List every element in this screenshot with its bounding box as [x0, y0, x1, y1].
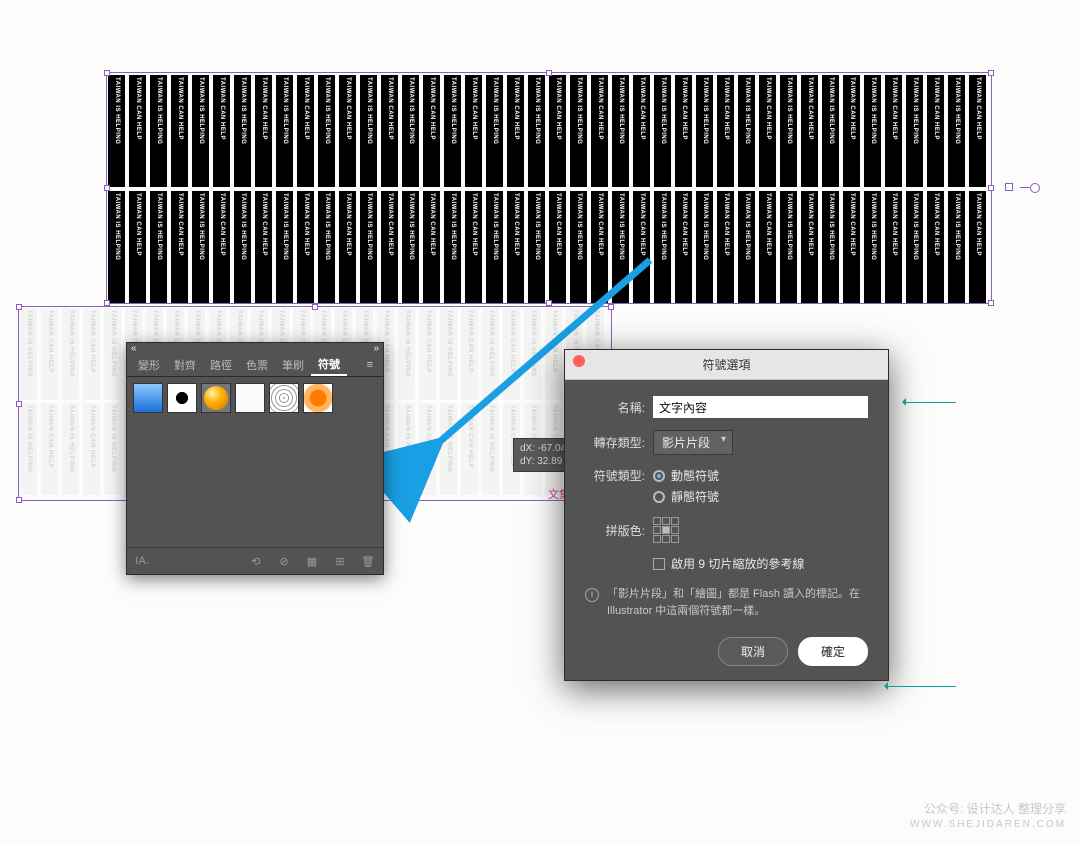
new-symbol-icon[interactable]: ⊞: [333, 554, 347, 568]
close-icon[interactable]: [573, 355, 585, 367]
symbol-options-icon[interactable]: ▦: [305, 554, 319, 568]
symbol-options-dialog[interactable]: 符號選項 名稱: 轉存類型: 影片片段 符號類型: 動態符號: [564, 349, 889, 681]
symbol-library-icon[interactable]: IA.: [135, 554, 149, 568]
ink-swatch[interactable]: [167, 383, 197, 413]
info-text: i 「影片片段」和「繪圖」都是 Flash 讀入的標記。在 Illustrato…: [585, 586, 868, 619]
tab-pathfinder[interactable]: 路徑: [203, 353, 239, 376]
panel-footer: IA. ⟲ ⊘ ▦ ⊞ 🗑: [127, 547, 383, 574]
registration-grid[interactable]: [653, 517, 679, 543]
watermark-line2: WWW.SHEJIDAREN.COM: [910, 818, 1066, 832]
watermark: 公众号: 设计达人 整理分享 WWW.SHEJIDAREN.COM: [910, 801, 1066, 832]
radio-dot-on-icon: [653, 470, 665, 482]
place-symbol-icon[interactable]: ⟲: [249, 554, 263, 568]
white-swatch[interactable]: [235, 383, 265, 413]
mesh-swatch[interactable]: [269, 383, 299, 413]
delete-symbol-icon[interactable]: 🗑: [361, 554, 375, 568]
radio-dot-off-icon: [653, 491, 665, 503]
tab-brushes[interactable]: 筆刷: [275, 353, 311, 376]
panel-flyout-menu-icon[interactable]: ≡: [361, 359, 379, 371]
cancel-button[interactable]: 取消: [718, 637, 788, 666]
slice-guides-checkbox[interactable]: 啟用 9 切片縮放的參考線: [653, 555, 868, 572]
panel-collapse-icon[interactable]: «: [131, 343, 137, 353]
panel-close-icon[interactable]: »: [373, 343, 379, 353]
tab-symbols[interactable]: 符號: [311, 353, 347, 376]
rotate-origin-handle[interactable]: [1005, 183, 1013, 191]
export-type-label: 轉存類型:: [585, 434, 645, 451]
panel-tab-strip: 變形 對齊 路徑 色票 筆刷 符號 ≡: [127, 353, 383, 377]
watermark-line1: 公众号: 设计达人 整理分享: [910, 801, 1066, 818]
callout-arrow-ok: [888, 686, 956, 687]
radio-dynamic-symbol[interactable]: 動態符號: [653, 467, 719, 484]
ok-button[interactable]: 確定: [798, 637, 868, 666]
flower-swatch[interactable]: [303, 383, 333, 413]
dialog-title: 符號選項: [565, 350, 888, 380]
symbol-swatch-grid[interactable]: [127, 377, 383, 547]
symbol-type-label: 符號類型:: [585, 467, 645, 484]
export-type-select[interactable]: 影片片段: [653, 430, 733, 455]
callout-arrow-name: [906, 402, 956, 403]
panel-titlebar[interactable]: « »: [127, 343, 383, 353]
selection-bbox-top[interactable]: [106, 72, 992, 304]
gradient-swatch[interactable]: [133, 383, 163, 413]
tab-transform[interactable]: 變形: [131, 353, 167, 376]
registration-label: 拼版色:: [585, 522, 645, 539]
tab-align[interactable]: 對齊: [167, 353, 203, 376]
radio-static-symbol[interactable]: 靜態符號: [653, 488, 868, 505]
tab-swatches[interactable]: 色票: [239, 353, 275, 376]
checkbox-off-icon: [653, 558, 665, 570]
name-label: 名稱:: [585, 399, 645, 416]
orb-swatch[interactable]: [201, 383, 231, 413]
symbols-panel[interactable]: « » 變形 對齊 路徑 色票 筆刷 符號 ≡ IA. ⟲ ⊘ ▦ ⊞ �: [126, 342, 384, 575]
info-icon: i: [585, 588, 599, 602]
name-field[interactable]: [653, 396, 868, 418]
break-link-icon[interactable]: ⊘: [277, 554, 291, 568]
